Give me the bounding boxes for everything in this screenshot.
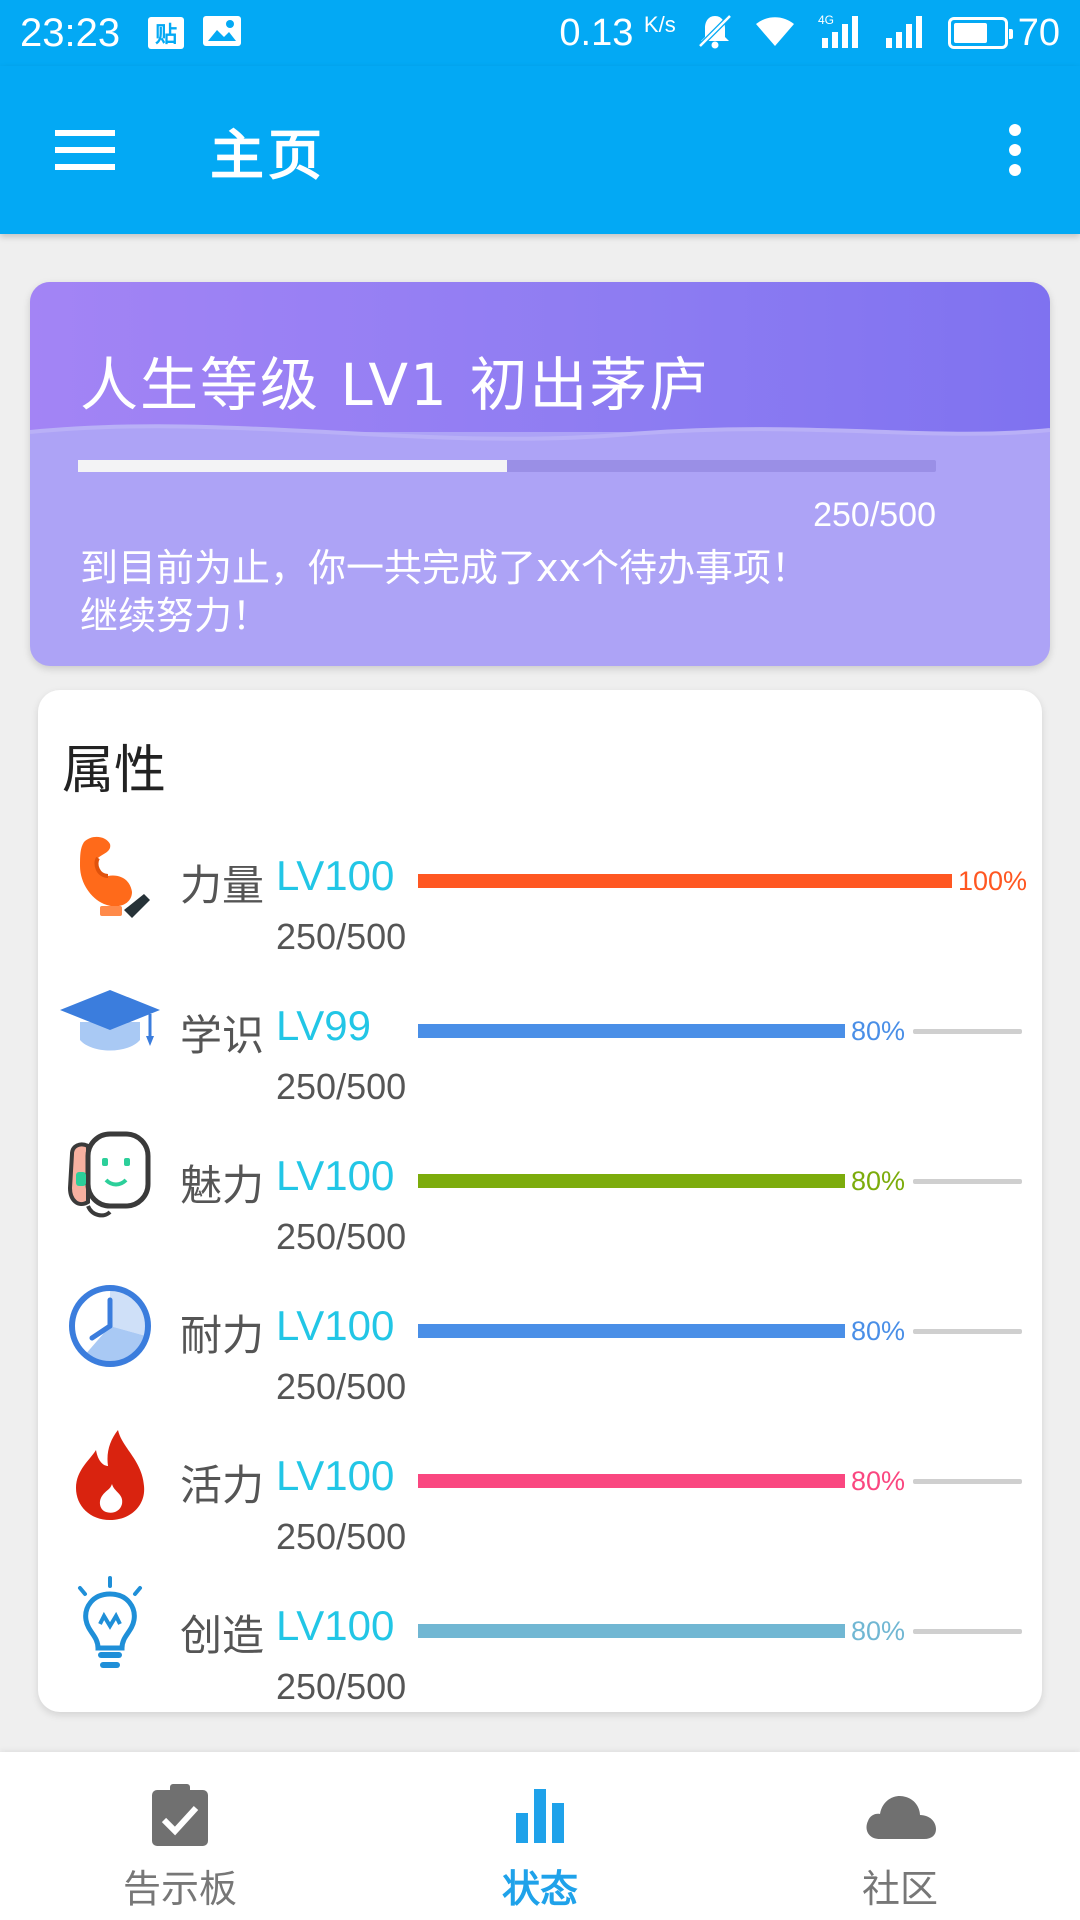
attribute-progress-text: 250/500 [276,1516,407,1557]
attribute-progress-remaining [913,1029,1022,1034]
tieba-notification-icon: 贴 [148,17,185,49]
battery-percent: 70 [1017,11,1060,54]
bottom-navigation: 告示板 状态 社区 [0,1752,1080,1920]
status-bar: 23:23 贴 0.13 K/s 4G 70 [0,0,1080,66]
attribute-progress-remaining [913,1179,1022,1184]
muscle-arm-icon [58,824,162,928]
clipboard-check-icon [138,1780,222,1850]
attribute-level: LV100 [276,1302,395,1349]
attribute-row-knowledge[interactable]: 学识 LV99 250/500 80% [38,974,1042,1124]
attribute-progress-remaining [913,1629,1022,1634]
attribute-progress-text: 250/500 [276,1066,407,1107]
tab-community[interactable]: 社区 [720,1752,1080,1920]
battery: 70 [947,11,1060,55]
tab-label: 告示板 [122,1867,237,1911]
graduation-cap-icon [58,974,162,1078]
attribute-progress-fill [418,1174,845,1188]
app-screen: 23:23 贴 0.13 K/s 4G 70 主页 人生等级 LV1 初出茅庐 … [0,0,1080,1920]
tab-label: 状态 [501,1867,578,1911]
life-level-message: 到目前为止，你一共完成了xx个待办事项！ 继续努力！ [80,544,980,640]
wifi-icon [754,14,796,52]
app-bar: 主页 [0,66,1080,234]
page-title: 主页 [210,123,326,187]
mute-bell-icon [696,12,734,54]
attribute-percent: 80% [851,1616,906,1646]
attribute-progress-text: 250/500 [276,916,407,957]
attribute-level: LV100 [276,852,395,899]
attribute-progress-fill [418,1624,845,1638]
life-level-card[interactable]: 人生等级 LV1 初出茅庐 250/500 到目前为止，你一共完成了xx个待办事… [30,282,1050,666]
attribute-progress-bar: 80% [418,1316,1022,1346]
attribute-row-charm[interactable]: 魅力 LV100 250/500 80% [38,1124,1042,1274]
lightbulb-icon [58,1574,162,1678]
notification-icons: 贴 [148,14,242,52]
attributes-heading: 属性 [62,741,167,801]
attribute-percent: 80% [851,1466,906,1496]
net-speed-value: 0.13 [559,11,634,54]
stopwatch-icon [58,1274,162,1378]
attribute-progress-bar: 100% [418,866,1027,896]
menu-button[interactable] [30,100,140,200]
signal-4g-icon: 4G [816,12,862,54]
attribute-percent: 100% [958,866,1028,896]
attribute-level: LV100 [276,1152,395,1199]
tab-status[interactable]: 状态 [360,1752,720,1920]
attribute-progress-fill [418,1324,845,1338]
attribute-level: LV99 [276,1002,371,1049]
attribute-row-strength[interactable]: 力量 LV100 250/500 100% [38,824,1042,974]
attribute-percent: 80% [851,1166,906,1196]
attribute-progress-bar: 80% [418,1616,1022,1646]
attributes-card: 属性 力量 LV100 250/500 100% 学识 LV99 250/500… [38,690,1042,1712]
attribute-progress-text: 250/500 [276,1216,407,1257]
status-time: 23:23 [20,10,121,55]
attribute-row-creativity[interactable]: 创造 LV100 250/500 80% [38,1574,1042,1724]
attribute-progress-bar: 80% [418,1166,1022,1196]
attribute-level: LV100 [276,1452,395,1499]
life-level-progress-bar [78,460,936,472]
svg-text:4G: 4G [818,13,834,27]
attribute-progress-fill [418,1474,845,1488]
attribute-progress-bar: 80% [418,1466,1022,1496]
more-vert-icon [1009,124,1021,176]
tab-bulletin-board[interactable]: 告示板 [0,1752,360,1920]
status-right: 0.13 K/s 4G 70 [559,12,1060,55]
attribute-progress-fill [418,874,952,888]
attribute-progress-bar: 80% [418,1016,1022,1046]
attribute-name: 创造 [180,1611,265,1660]
attribute-progress-text: 250/500 [276,1366,407,1407]
battery-icon [947,17,1013,49]
attribute-name: 魅力 [180,1161,265,1210]
more-options-button[interactable] [990,100,1040,200]
life-level-message-line2: 继续努力！ [80,594,271,638]
face-mask-icon [58,1124,162,1228]
attribute-percent: 80% [851,1316,906,1346]
hamburger-menu-icon [55,130,115,170]
attribute-progress-fill [418,1024,845,1038]
attribute-row-endurance[interactable]: 耐力 LV100 250/500 80% [38,1274,1042,1424]
attribute-name: 耐力 [180,1311,265,1360]
attribute-progress-remaining [913,1479,1022,1484]
attribute-progress-remaining [913,1329,1022,1334]
gallery-notification-icon [202,14,242,52]
attribute-progress-text: 250/500 [276,1666,407,1707]
net-speed-unit: K/s [643,11,676,37]
cloud-icon [858,1780,942,1850]
net-speed: 0.13 K/s [559,12,675,55]
tab-label: 社区 [861,1867,938,1911]
life-level-title: 人生等级 LV1 初出茅庐 [80,351,710,419]
life-level-progress-fill [78,460,507,472]
attribute-level: LV100 [276,1602,395,1649]
attribute-row-vitality[interactable]: 活力 LV100 250/500 80% [38,1424,1042,1574]
attribute-name: 活力 [180,1461,265,1510]
attribute-name: 力量 [180,861,265,910]
signal-icon [882,12,928,54]
bar-chart-icon [498,1780,582,1850]
attribute-percent: 80% [851,1016,906,1046]
life-level-message-line1: 到目前为止，你一共完成了xx个待办事项！ [80,546,809,590]
flame-icon [58,1424,162,1528]
attribute-name: 学识 [180,1011,265,1060]
life-level-progress-text: 250/500 [813,496,936,534]
